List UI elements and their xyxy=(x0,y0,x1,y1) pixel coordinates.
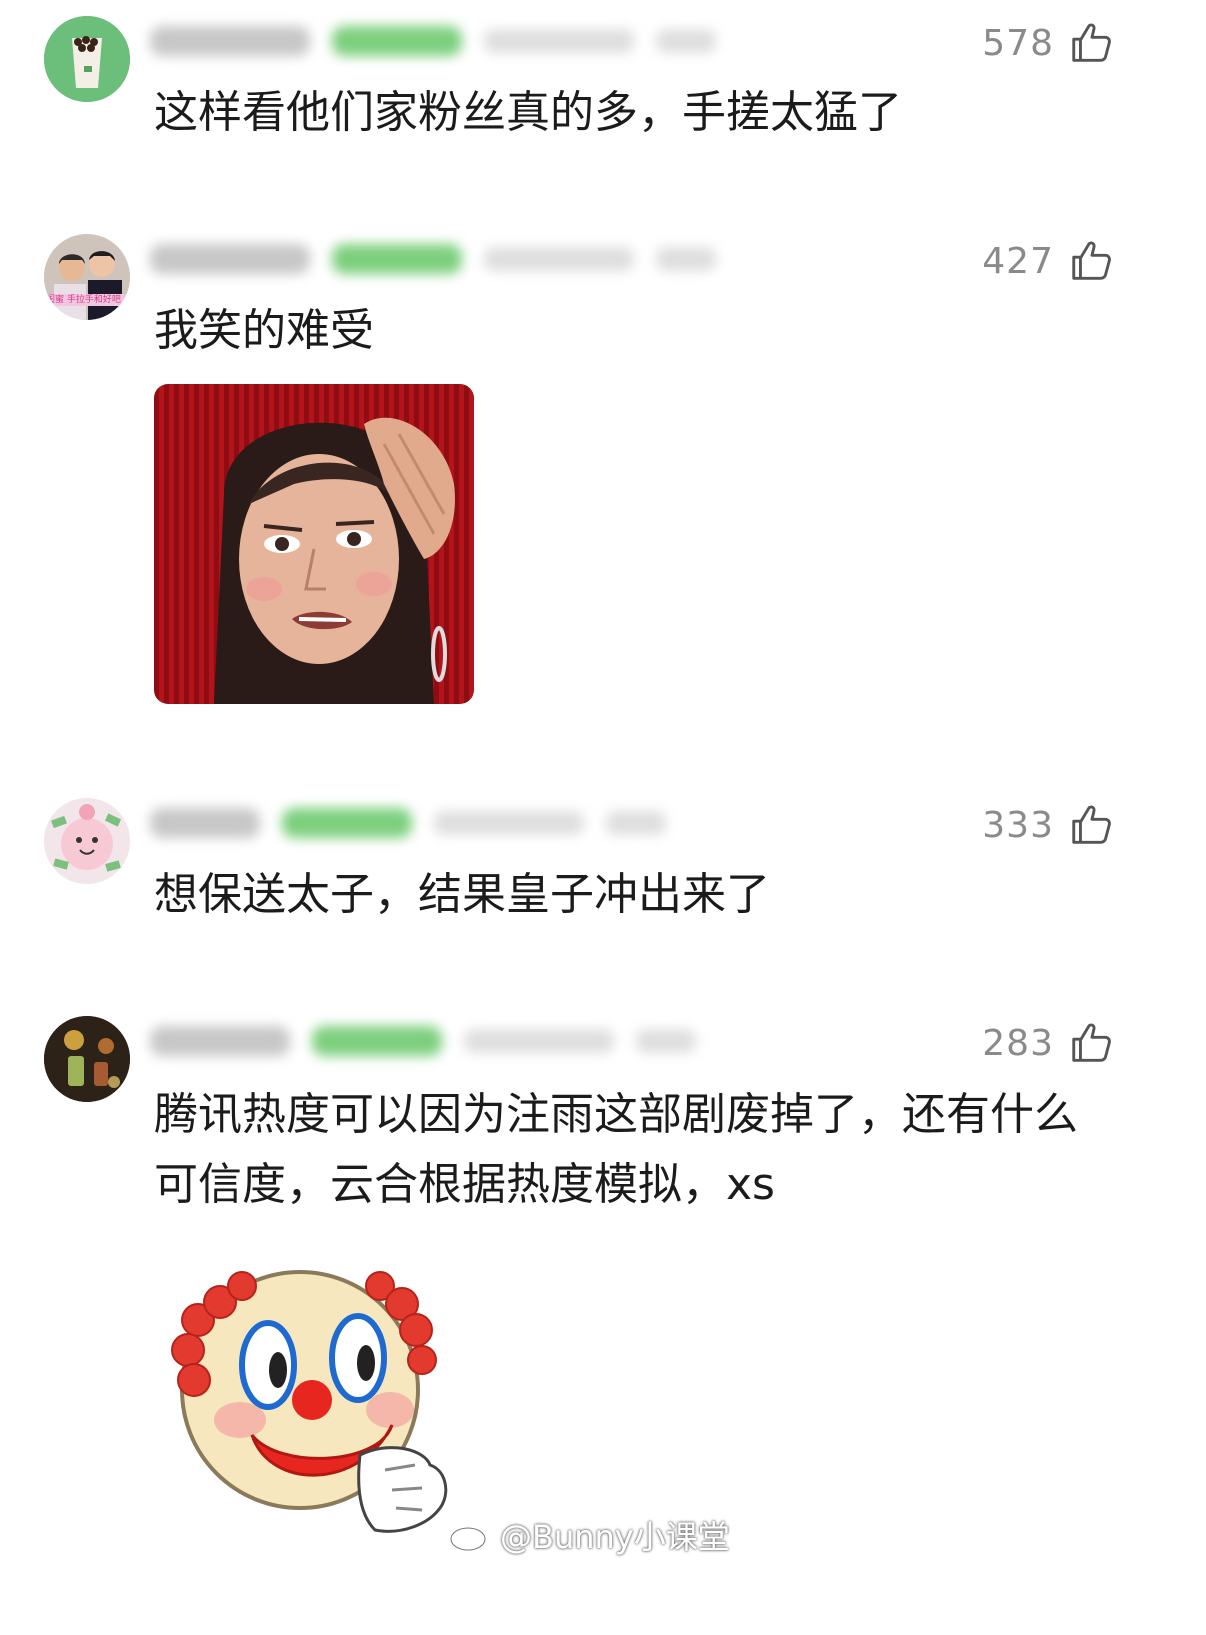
milk-tea-cup-icon xyxy=(44,16,130,102)
like-count: 283 xyxy=(982,1022,1054,1064)
clown-face-sticker xyxy=(171,1270,448,1533)
like-button[interactable]: 283 xyxy=(982,1020,1114,1066)
user-avatar[interactable] xyxy=(44,798,130,884)
reaction-sticker-image[interactable] xyxy=(154,384,474,704)
watermark-text: @Bunny小课堂 xyxy=(500,1518,730,1556)
user-meta-blurred xyxy=(150,800,666,846)
thumbs-up-icon xyxy=(1072,1023,1111,1062)
like-count: 333 xyxy=(982,804,1054,846)
avatar-caption: 闺蜜 手拉手和好吧 xyxy=(46,295,121,305)
like-button[interactable]: 578 xyxy=(982,20,1114,66)
thumbs-up-icon xyxy=(1072,805,1111,844)
comment-text: 我笑的难受 xyxy=(154,305,374,356)
two-men-photo-icon xyxy=(44,234,130,320)
like-count: 578 xyxy=(982,22,1054,64)
comment-text: 想保送太子，结果皇子冲出来了 xyxy=(154,869,770,920)
like-button[interactable]: 427 xyxy=(982,238,1114,284)
comment-text: 这样看他们家粉丝真的多，手搓太猛了 xyxy=(154,87,902,138)
cocktail-bar-photo-icon xyxy=(44,1016,130,1102)
thumbs-up-icon xyxy=(1072,23,1111,62)
user-avatar[interactable]: 闺蜜 手拉手和好吧 xyxy=(44,234,130,320)
user-meta-blurred xyxy=(150,236,716,282)
shocked-woman-reaction-sticker xyxy=(154,384,474,704)
comment-text-line: 腾讯热度可以因为注雨这部剧废掉了，还有什么 xyxy=(154,1089,1078,1140)
comment-text-line: 可信度，云合根据热度模拟，xs xyxy=(154,1159,775,1210)
clown-sticker-image[interactable] xyxy=(160,1250,480,1580)
thumbs-up-icon xyxy=(1072,241,1111,280)
weibo-watermark: @Bunny小课堂 xyxy=(448,1512,730,1558)
comment-text: 腾讯热度可以因为注雨这部剧废掉了，还有什么 可信度，云合根据热度模拟，xs xyxy=(154,1080,1116,1220)
like-button[interactable]: 333 xyxy=(982,802,1114,848)
user-meta-blurred xyxy=(150,18,716,64)
like-count: 427 xyxy=(982,240,1054,282)
pink-cartoon-money-icon xyxy=(44,798,130,884)
user-avatar[interactable] xyxy=(44,16,130,102)
user-meta-blurred xyxy=(150,1018,696,1064)
weibo-icon xyxy=(449,1520,494,1552)
user-avatar[interactable] xyxy=(44,1016,130,1102)
